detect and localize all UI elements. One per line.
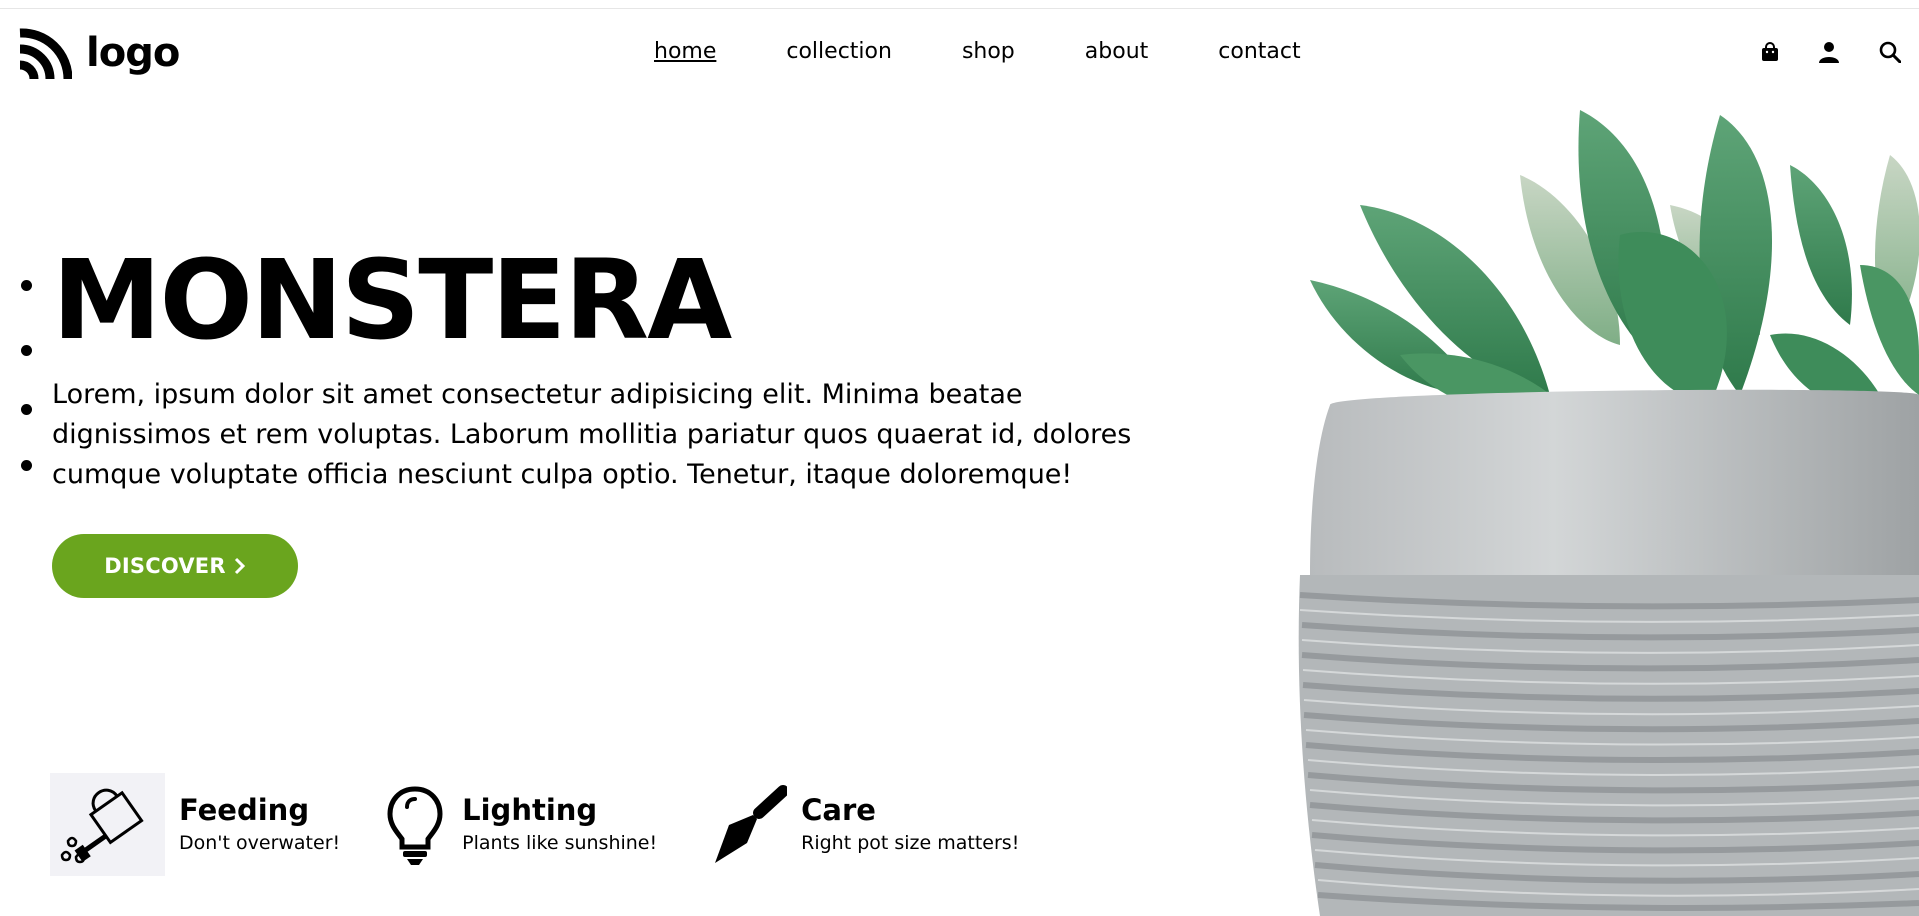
nav-home[interactable]: home [654, 39, 716, 65]
nav-shop[interactable]: shop [962, 39, 1015, 65]
feature-subtitle: Plants like sunshine! [462, 832, 658, 855]
logo[interactable]: logo [18, 27, 180, 79]
feature-title: Lighting [462, 792, 598, 827]
slider-dot[interactable] [21, 460, 32, 471]
succulent-pot-image [1290, 95, 1919, 916]
feature-lighting: Lighting Plants like sunshine! [380, 773, 657, 876]
logo-text: logo [86, 30, 180, 76]
discover-button[interactable]: DISCOVER [52, 534, 298, 598]
site-header: logo home collection shop about contact [0, 9, 1919, 99]
user-icon[interactable] [1819, 41, 1839, 67]
nav-about[interactable]: about [1085, 39, 1148, 65]
trowel-icon [707, 773, 788, 876]
main-nav: home collection shop about contact [654, 39, 1301, 65]
feature-subtitle: Don't overwater! [179, 832, 341, 855]
light-bulb-icon [380, 773, 450, 876]
logo-mark-icon [19, 28, 72, 79]
chevron-right-icon [234, 557, 245, 575]
search-icon[interactable] [1879, 41, 1902, 67]
feature-feeding: Feeding Don't overwater! [50, 773, 340, 876]
hero-title: MONSTERA [52, 236, 732, 364]
slider-dot[interactable] [21, 345, 32, 356]
hero-description: Lorem, ipsum dolor sit amet consectetur … [52, 379, 1132, 490]
nav-contact[interactable]: contact [1218, 39, 1300, 65]
discover-button-label: DISCOVER [104, 554, 226, 578]
header-icons [1761, 41, 1902, 67]
watering-can-icon [50, 773, 165, 876]
feature-title: Care [801, 792, 876, 827]
feature-care: Care Right pot size matters! [707, 773, 1019, 876]
slider-dot[interactable] [21, 404, 32, 415]
feature-title: Feeding [179, 792, 310, 827]
slider-dot[interactable] [21, 280, 32, 291]
feature-subtitle: Right pot size matters! [801, 832, 1020, 855]
features: Feeding Don't overwater! Lighting Plants… [50, 773, 1059, 876]
shopping-bag-icon[interactable] [1761, 42, 1779, 66]
nav-collection[interactable]: collection [786, 39, 892, 65]
